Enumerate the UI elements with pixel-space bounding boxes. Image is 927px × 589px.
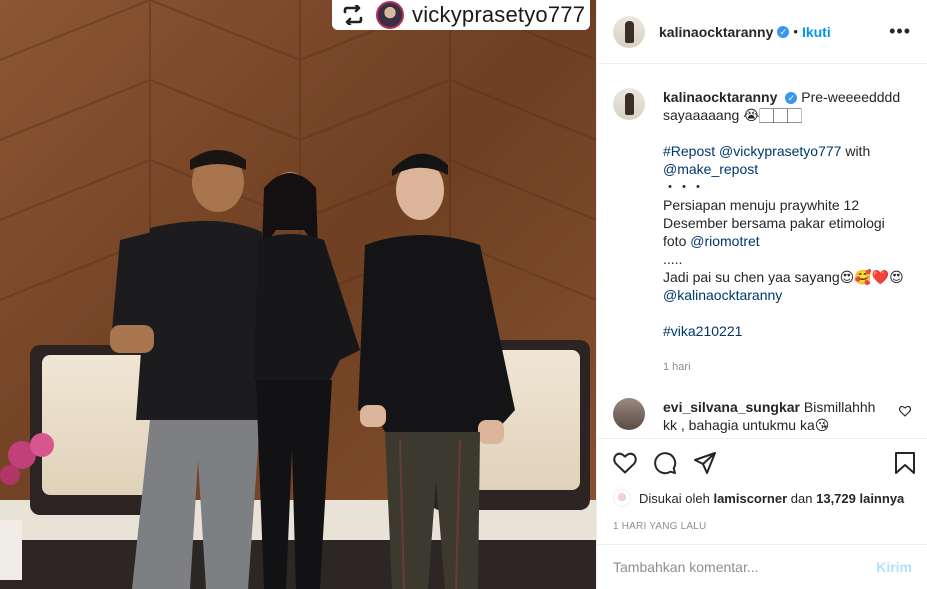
mention-link[interactable]: @make_repost: [663, 160, 911, 178]
post-photo[interactable]: vickyprasetyo777: [0, 0, 596, 589]
caption-text-line: sayaaaaang 😭🏻🏻🏻: [663, 107, 802, 123]
caption-text-line: ・・・: [663, 179, 705, 195]
hashtag-link[interactable]: #Repost: [663, 143, 715, 159]
caption-text-line: Jadi pai su chen yaa sayang😍🥰❤️😍: [663, 269, 904, 285]
liker-username[interactable]: lamiscorner: [713, 491, 787, 506]
post-comment-button[interactable]: Kirim: [876, 559, 912, 575]
likes-mid: dan: [790, 490, 813, 506]
repost-avatar: [376, 1, 404, 29]
caption-text-line: Pre-weeeedddd: [801, 89, 901, 105]
action-bar: Disukai oleh lamiscorner dan 13,729 lain…: [597, 438, 927, 532]
mention-link[interactable]: @kalinaocktaranny: [663, 286, 911, 304]
author-avatar[interactable]: [613, 15, 645, 48]
caption-username[interactable]: kalinaocktaranny: [663, 89, 777, 105]
post-header: kalinaocktaranny ✓ • Ikuti •••: [597, 0, 927, 64]
more-options-icon[interactable]: •••: [889, 21, 911, 42]
bookmark-icon[interactable]: [894, 451, 916, 475]
caption-text-line: .....: [663, 251, 683, 267]
comment-body: evi_silvana_sungkar Bismillahhh kk , bah…: [663, 398, 889, 434]
caption-text-line: Persiapan menuju praywhite 12: [663, 197, 860, 213]
caption-avatar[interactable]: [613, 88, 645, 120]
caption-text: foto: [663, 233, 691, 249]
comments-list[interactable]: kalinaocktaranny ✓ Pre-weeeedddd sayaaaaa…: [597, 64, 927, 438]
post-side-panel: kalinaocktaranny ✓ • Ikuti ••• kalinaock…: [596, 0, 927, 589]
likes-count[interactable]: 13,729 lainnya: [816, 491, 904, 506]
commenter-username[interactable]: evi_silvana_sungkar: [663, 399, 800, 415]
comment-input[interactable]: [613, 559, 877, 575]
mention-link[interactable]: @vickyprasetyo777: [719, 143, 841, 159]
caption: kalinaocktaranny ✓ Pre-weeeedddd sayaaaaa…: [613, 88, 911, 376]
repost-username: vickyprasetyo777: [412, 2, 586, 27]
post-timestamp[interactable]: 1 HARI YANG LALU: [613, 521, 916, 532]
caption-text-line: Desember bersama pakar etimologi: [663, 215, 885, 231]
liker-avatar[interactable]: [613, 489, 631, 507]
repost-icon: [340, 4, 366, 26]
follow-button[interactable]: Ikuti: [802, 24, 831, 40]
heart-icon[interactable]: [613, 452, 637, 474]
author-username[interactable]: kalinaocktaranny: [659, 24, 773, 40]
caption-time-ago[interactable]: 1 hari: [663, 358, 911, 376]
commenter-avatar[interactable]: [613, 398, 645, 430]
likes-prefix: Disukai oleh: [639, 490, 710, 506]
caption-text: with: [841, 143, 871, 159]
likes-summary: Disukai oleh lamiscorner dan 13,729 lain…: [613, 489, 916, 507]
header-separator: •: [793, 24, 798, 39]
share-icon[interactable]: [693, 451, 717, 475]
caption-text-line: foto @riomotret: [663, 232, 911, 250]
add-comment-form: Kirim: [597, 544, 927, 589]
caption-text-line: #Repost @vickyprasetyo777 with: [663, 142, 911, 160]
heart-outline-icon[interactable]: [898, 404, 912, 434]
verified-badge-icon: ✓: [777, 25, 790, 38]
mention-link[interactable]: @riomotret: [690, 233, 759, 249]
verified-badge-icon: ✓: [785, 92, 798, 104]
comment-icon[interactable]: [653, 451, 677, 475]
caption-body: kalinaocktaranny ✓ Pre-weeeedddd sayaaaaa…: [663, 88, 911, 376]
photo-scene: [0, 0, 596, 589]
hashtag-link[interactable]: #vika210221: [663, 322, 911, 340]
comment-item: evi_silvana_sungkar Bismillahhh kk , bah…: [613, 398, 912, 434]
repost-tag[interactable]: vickyprasetyo777: [332, 0, 590, 30]
